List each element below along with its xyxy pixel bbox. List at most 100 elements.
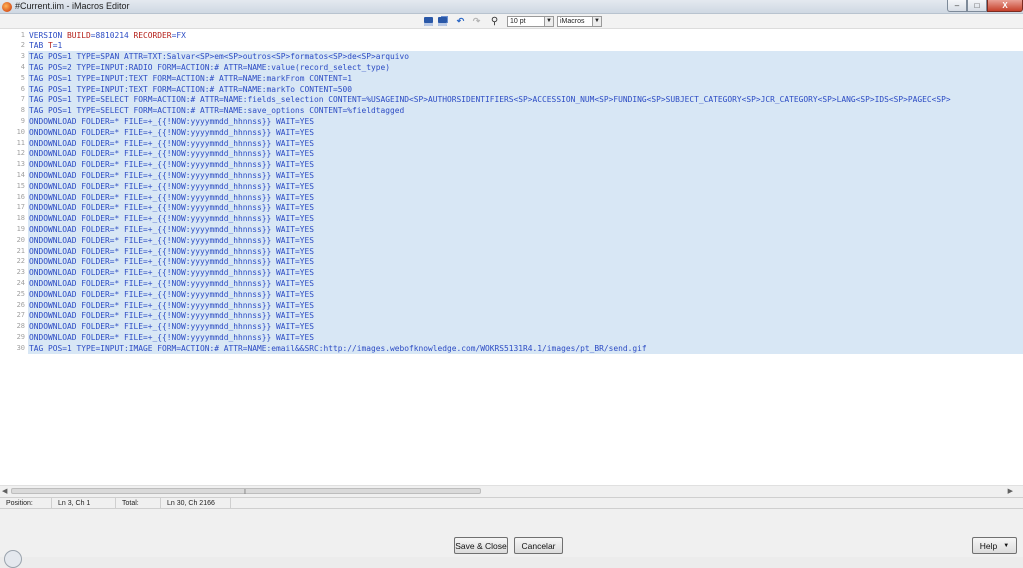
code-text[interactable]: ONDOWNLOAD FOLDER=* FILE=+_{{!NOW:yyyymm… xyxy=(28,267,1023,279)
status-bar: Position: Ln 3, Ch 1 Total: Ln 30, Ch 21… xyxy=(0,497,1023,509)
code-line[interactable]: 28 ONDOWNLOAD FOLDER=* FILE=+_{{!NOW:yyyy… xyxy=(0,321,1023,333)
code-text[interactable]: TAG POS=1 TYPE=INPUT:TEXT FORM=ACTION:# … xyxy=(28,72,1023,84)
code-line[interactable]: 27 ONDOWNLOAD FOLDER=* FILE=+_{{!NOW:yyyy… xyxy=(0,310,1023,322)
code-line[interactable]: 26 ONDOWNLOAD FOLDER=* FILE=+_{{!NOW:yyyy… xyxy=(0,299,1023,311)
code-text[interactable]: TAG POS=1 TYPE=SELECT FORM=ACTION:# ATTR… xyxy=(28,94,1023,106)
code-text[interactable]: ONDOWNLOAD FOLDER=* FILE=+_{{!NOW:yyyymm… xyxy=(28,115,1023,127)
total-value: Ln 30, Ch 2166 xyxy=(161,498,231,509)
minimize-button[interactable]: – xyxy=(947,0,967,12)
line-number: 19 xyxy=(16,224,25,233)
code-line[interactable]: 8 TAG POS=1 TYPE=SELECT FORM=ACTION:# ATT… xyxy=(0,105,1023,117)
code-line[interactable]: 13 ONDOWNLOAD FOLDER=* FILE=+_{{!NOW:yyyy… xyxy=(0,159,1023,171)
redo-icon[interactable]: ↷ xyxy=(471,16,482,27)
code-line[interactable]: 22 ONDOWNLOAD FOLDER=* FILE=+_{{!NOW:yyyy… xyxy=(0,256,1023,268)
scroll-left-arrow-icon[interactable]: ◀ xyxy=(2,487,7,495)
code-text[interactable]: ONDOWNLOAD FOLDER=* FILE=+_{{!NOW:yyyymm… xyxy=(28,331,1023,343)
font-size-select[interactable]: 10 pt ▼ xyxy=(507,16,554,27)
code-text[interactable]: ONDOWNLOAD FOLDER=* FILE=+_{{!NOW:yyyymm… xyxy=(28,288,1023,300)
title-bar[interactable]: #Current.iim - iMacros Editor – □ X xyxy=(0,0,1023,14)
code-text[interactable]: ONDOWNLOAD FOLDER=* FILE=+_{{!NOW:yyyymm… xyxy=(28,169,1023,181)
line-number: 11 xyxy=(16,138,25,147)
code-line[interactable]: 18 ONDOWNLOAD FOLDER=* FILE=+_{{!NOW:yyyy… xyxy=(0,213,1023,225)
code-line[interactable]: 25 ONDOWNLOAD FOLDER=* FILE=+_{{!NOW:yyyy… xyxy=(0,288,1023,300)
code-line[interactable]: 9 ONDOWNLOAD FOLDER=* FILE=+_{{!NOW:yyyym… xyxy=(0,115,1023,127)
save-and-close-button[interactable]: Save & Close xyxy=(454,537,508,554)
code-text[interactable]: VERSION BUILD=8810214 RECORDER=FX xyxy=(28,30,1023,41)
imacros-editor-window: #Current.iim - iMacros Editor – □ X ↶ ↷ … xyxy=(0,0,1023,568)
code-text[interactable]: TAG POS=2 TYPE=INPUT:RADIO FORM=ACTION:#… xyxy=(28,61,1023,73)
code-line[interactable]: 3 TAG POS=1 TYPE=SPAN ATTR=TXT:Salvar<SP>… xyxy=(0,51,1023,63)
code-line[interactable]: 21 ONDOWNLOAD FOLDER=* FILE=+_{{!NOW:yyyy… xyxy=(0,245,1023,257)
code-line[interactable]: 10 ONDOWNLOAD FOLDER=* FILE=+_{{!NOW:yyyy… xyxy=(0,126,1023,138)
line-number: 25 xyxy=(16,289,25,298)
code-line[interactable]: 2 TAB T=1 xyxy=(0,40,1023,51)
editor-toolbar: ↶ ↷ ⚲ 10 pt ▼ iMacros ▼ xyxy=(0,14,1023,29)
code-line[interactable]: 1 VERSION BUILD=8810214 RECORDER=FX xyxy=(0,30,1023,41)
code-text[interactable]: ONDOWNLOAD FOLDER=* FILE=+_{{!NOW:yyyymm… xyxy=(28,245,1023,257)
code-text[interactable]: ONDOWNLOAD FOLDER=* FILE=+_{{!NOW:yyyymm… xyxy=(28,277,1023,289)
line-number: 16 xyxy=(16,192,25,201)
code-text[interactable]: ONDOWNLOAD FOLDER=* FILE=+_{{!NOW:yyyymm… xyxy=(28,202,1023,214)
code-text[interactable]: ONDOWNLOAD FOLDER=* FILE=+_{{!NOW:yyyymm… xyxy=(28,180,1023,192)
line-number: 26 xyxy=(16,300,25,309)
code-line[interactable]: 30 TAG POS=1 TYPE=INPUT:IMAGE FORM=ACTION… xyxy=(0,342,1023,354)
line-number: 17 xyxy=(16,203,25,212)
code-line[interactable]: 15 ONDOWNLOAD FOLDER=* FILE=+_{{!NOW:yyyy… xyxy=(0,180,1023,192)
code-line[interactable]: 29 ONDOWNLOAD FOLDER=* FILE=+_{{!NOW:yyyy… xyxy=(0,331,1023,343)
scroll-right-arrow-icon[interactable]: ▶ xyxy=(1008,487,1013,495)
code-text[interactable]: ONDOWNLOAD FOLDER=* FILE=+_{{!NOW:yyyymm… xyxy=(28,148,1023,160)
code-text[interactable]: ONDOWNLOAD FOLDER=* FILE=+_{{!NOW:yyyymm… xyxy=(28,321,1023,333)
line-number: 23 xyxy=(16,268,25,277)
horizontal-scroll-thumb[interactable]: ||| xyxy=(11,488,481,495)
line-number: 18 xyxy=(16,214,25,223)
syntax-language-select[interactable]: iMacros ▼ xyxy=(557,16,602,27)
total-label: Total: xyxy=(116,498,161,509)
code-line[interactable]: 17 ONDOWNLOAD FOLDER=* FILE=+_{{!NOW:yyyy… xyxy=(0,202,1023,214)
code-editor[interactable]: 1 VERSION BUILD=8810214 RECORDER=FX 2 TAB T… xyxy=(0,29,1023,485)
code-line[interactable]: 12 ONDOWNLOAD FOLDER=* FILE=+_{{!NOW:yyyy… xyxy=(0,148,1023,160)
code-text[interactable]: TAG POS=1 TYPE=INPUT:IMAGE FORM=ACTION:#… xyxy=(28,342,1023,354)
code-text[interactable]: TAG POS=1 TYPE=INPUT:TEXT FORM=ACTION:# … xyxy=(28,83,1023,95)
line-number: 20 xyxy=(16,235,25,244)
undo-icon[interactable]: ↶ xyxy=(455,16,466,27)
horizontal-scrollbar[interactable]: ◀ ||| ▶ xyxy=(0,485,1023,496)
close-button[interactable]: X xyxy=(987,0,1023,12)
code-text[interactable]: ONDOWNLOAD FOLDER=* FILE=+_{{!NOW:yyyymm… xyxy=(28,256,1023,268)
code-line[interactable]: 23 ONDOWNLOAD FOLDER=* FILE=+_{{!NOW:yyyy… xyxy=(0,267,1023,279)
code-line[interactable]: 7 TAG POS=1 TYPE=SELECT FORM=ACTION:# ATT… xyxy=(0,94,1023,106)
code-text[interactable]: TAB T=1 xyxy=(28,40,1023,51)
code-line[interactable]: 4 TAG POS=2 TYPE=INPUT:RADIO FORM=ACTION:… xyxy=(0,61,1023,73)
code-text[interactable]: ONDOWNLOAD FOLDER=* FILE=+_{{!NOW:yyyymm… xyxy=(28,310,1023,322)
code-line[interactable]: 11 ONDOWNLOAD FOLDER=* FILE=+_{{!NOW:yyyy… xyxy=(0,137,1023,149)
code-line[interactable]: 19 ONDOWNLOAD FOLDER=* FILE=+_{{!NOW:yyyy… xyxy=(0,223,1023,235)
window-title: #Current.iim - iMacros Editor xyxy=(15,1,130,11)
code-line[interactable]: 5 TAG POS=1 TYPE=INPUT:TEXT FORM=ACTION:#… xyxy=(0,72,1023,84)
cancel-button[interactable]: Cancelar xyxy=(514,537,563,554)
code-text[interactable]: ONDOWNLOAD FOLDER=* FILE=+_{{!NOW:yyyymm… xyxy=(28,191,1023,203)
maximize-button[interactable]: □ xyxy=(967,0,987,12)
code-text[interactable]: ONDOWNLOAD FOLDER=* FILE=+_{{!NOW:yyyymm… xyxy=(28,213,1023,225)
code-text[interactable]: TAG POS=1 TYPE=SPAN ATTR=TXT:Salvar<SP>e… xyxy=(28,51,1023,63)
save-as-icon[interactable] xyxy=(437,16,448,27)
code-line[interactable]: 24 ONDOWNLOAD FOLDER=* FILE=+_{{!NOW:yyyy… xyxy=(0,277,1023,289)
code-text[interactable]: ONDOWNLOAD FOLDER=* FILE=+_{{!NOW:yyyymm… xyxy=(28,223,1023,235)
code-line[interactable]: 6 TAG POS=1 TYPE=INPUT:TEXT FORM=ACTION:#… xyxy=(0,83,1023,95)
code-text[interactable]: ONDOWNLOAD FOLDER=* FILE=+_{{!NOW:yyyymm… xyxy=(28,126,1023,138)
save-icon[interactable] xyxy=(423,16,434,27)
line-number: 12 xyxy=(16,149,25,158)
find-icon[interactable]: ⚲ xyxy=(489,16,500,27)
chevron-down-icon: ▼ xyxy=(544,17,553,26)
line-number: 15 xyxy=(16,181,25,190)
code-line[interactable]: 20 ONDOWNLOAD FOLDER=* FILE=+_{{!NOW:yyyy… xyxy=(0,234,1023,246)
code-text[interactable]: TAG POS=1 TYPE=SELECT FORM=ACTION:# ATTR… xyxy=(28,105,1023,117)
code-text[interactable]: ONDOWNLOAD FOLDER=* FILE=+_{{!NOW:yyyymm… xyxy=(28,137,1023,149)
line-number: 14 xyxy=(16,170,25,179)
code-text[interactable]: ONDOWNLOAD FOLDER=* FILE=+_{{!NOW:yyyymm… xyxy=(28,159,1023,171)
code-line[interactable]: 14 ONDOWNLOAD FOLDER=* FILE=+_{{!NOW:yyyy… xyxy=(0,169,1023,181)
line-number: 6 xyxy=(20,84,25,93)
code-line[interactable]: 16 ONDOWNLOAD FOLDER=* FILE=+_{{!NOW:yyyy… xyxy=(0,191,1023,203)
line-number: 9 xyxy=(20,116,25,125)
code-text[interactable]: ONDOWNLOAD FOLDER=* FILE=+_{{!NOW:yyyymm… xyxy=(28,234,1023,246)
code-text[interactable]: ONDOWNLOAD FOLDER=* FILE=+_{{!NOW:yyyymm… xyxy=(28,299,1023,311)
help-button[interactable]: Help ▼ xyxy=(972,537,1017,554)
